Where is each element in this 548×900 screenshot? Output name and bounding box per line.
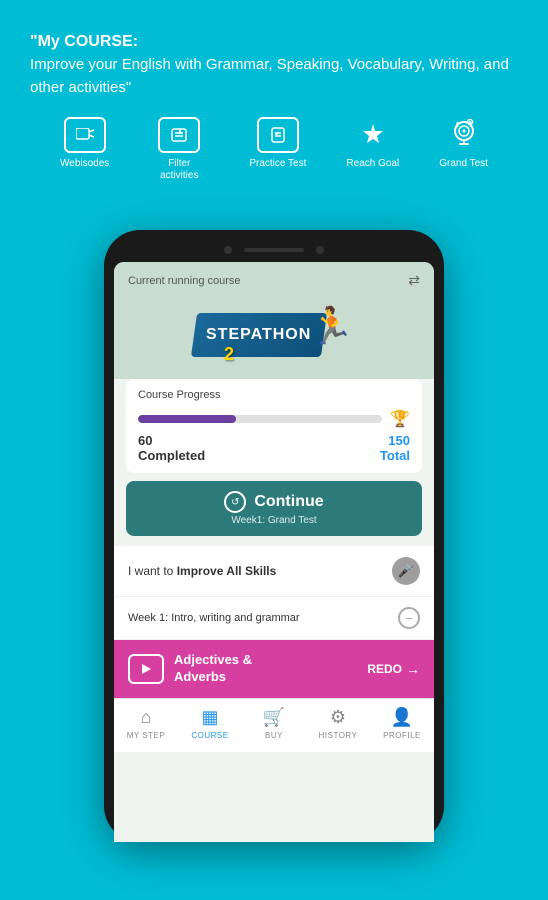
current-course-label: Current running course xyxy=(128,275,241,287)
grand-test-label: Grand Test xyxy=(439,158,488,170)
lesson-left: Adjectives & Adverbs xyxy=(128,652,252,686)
header-area: "My COURSE: Improve your English with Gr… xyxy=(0,0,548,218)
lesson-title: Adjectives & Adverbs xyxy=(174,652,252,686)
reach-goal-icon xyxy=(352,117,394,153)
nav-reach-goal[interactable]: Reach Goal xyxy=(346,117,399,170)
top-nav: Webisodes Filter activities xyxy=(30,117,518,182)
grand-test-icon xyxy=(443,117,485,153)
lesson-video-icon xyxy=(128,654,164,684)
profile-icon: 👤 xyxy=(391,707,413,728)
continue-btn-row: ↺ Continue xyxy=(224,491,323,513)
screen-header-row: Current running course ⇄ xyxy=(128,272,420,289)
buy-icon: 🛒 xyxy=(263,707,285,728)
week-row[interactable]: Week 1: Intro, writing and grammar − xyxy=(114,597,434,640)
webisodes-icon xyxy=(64,117,106,153)
completed-label: Completed xyxy=(138,448,205,463)
phone-camera-2 xyxy=(316,246,324,254)
lesson-title-line1: Adjectives & xyxy=(174,652,252,667)
nav-history[interactable]: ⚙ HISTORY xyxy=(313,707,363,740)
nav-practice[interactable]: Practice Test xyxy=(249,117,306,170)
improve-text: I want to Improve All Skills xyxy=(128,564,276,578)
phone-screen: Current running course ⇄ STEPATHON 2 🏃 C… xyxy=(114,262,434,842)
filter-icon xyxy=(158,117,200,153)
stepathon-runner: 🏃 xyxy=(309,305,354,347)
nav-webisodes[interactable]: Webisodes xyxy=(60,117,109,170)
my-step-icon: ⌂ xyxy=(141,707,152,728)
redo-arrow-icon: → xyxy=(406,661,420,677)
total-count: 150 xyxy=(380,433,410,448)
bottom-nav: ⌂ MY STEP ▦ COURSE 🛒 BUY ⚙ HISTORY 👤 PRO… xyxy=(114,698,434,752)
stepathon-bg: STEPATHON xyxy=(191,313,327,357)
screen-header: Current running course ⇄ xyxy=(114,262,434,295)
white-section: I want to Improve All Skills 🎤 Week 1: I… xyxy=(114,546,434,698)
trophy-icon: 🏆 xyxy=(390,409,410,429)
header-title: "My COURSE: xyxy=(30,33,138,50)
progress-completed: 60 Completed xyxy=(138,433,205,463)
course-icon: ▦ xyxy=(201,707,218,728)
progress-bar-container: 🏆 xyxy=(138,409,410,429)
continue-sub-label: Week1: Grand Test xyxy=(231,515,316,526)
continue-button[interactable]: ↺ Continue Week1: Grand Test xyxy=(126,481,422,536)
course-label: COURSE xyxy=(191,731,228,740)
lesson-row[interactable]: Adjectives & Adverbs REDO → xyxy=(114,640,434,698)
phone-speaker xyxy=(244,248,304,252)
total-label: Total xyxy=(380,448,410,463)
stepathon-num: 2 xyxy=(224,344,234,365)
header-description: Improve your English with Grammar, Speak… xyxy=(30,56,509,96)
nav-buy[interactable]: 🛒 BUY xyxy=(249,707,299,740)
progress-title: Course Progress xyxy=(138,389,410,401)
redo-button[interactable]: REDO → xyxy=(367,661,420,677)
continue-icon: ↺ xyxy=(224,491,246,513)
phone-camera xyxy=(224,246,232,254)
stepathon-banner: STEPATHON 2 🏃 xyxy=(114,295,434,379)
lesson-title-line2: Adverbs xyxy=(174,669,226,684)
nav-profile[interactable]: 👤 PROFILE xyxy=(377,707,427,740)
progress-card: Course Progress 🏆 60 Completed 150 Total xyxy=(126,379,422,473)
progress-bar-fill xyxy=(138,415,236,423)
nav-filter[interactable]: Filter activities xyxy=(149,117,209,182)
continue-label: Continue xyxy=(254,493,323,511)
swap-icon[interactable]: ⇄ xyxy=(408,272,420,289)
stepathon-image: STEPATHON 2 🏃 xyxy=(194,305,354,365)
progress-bar-track xyxy=(138,415,382,423)
buy-label: BUY xyxy=(265,731,283,740)
practice-label: Practice Test xyxy=(249,158,306,170)
completed-count: 60 xyxy=(138,433,205,448)
nav-grand-test[interactable]: Grand Test xyxy=(439,117,488,170)
improve-prefix: I want to xyxy=(128,564,177,578)
my-step-label: MY STEP xyxy=(127,731,165,740)
phone-frame: Current running course ⇄ STEPATHON 2 🏃 C… xyxy=(104,230,444,842)
improve-row[interactable]: I want to Improve All Skills 🎤 xyxy=(114,546,434,597)
history-icon: ⚙ xyxy=(330,707,346,728)
nav-course[interactable]: ▦ COURSE xyxy=(185,707,235,740)
webisodes-label: Webisodes xyxy=(60,158,109,170)
profile-label: PROFILE xyxy=(383,731,421,740)
mic-button[interactable]: 🎤 xyxy=(392,557,420,585)
nav-my-step[interactable]: ⌂ MY STEP xyxy=(121,707,171,740)
progress-total: 150 Total xyxy=(380,433,410,463)
progress-numbers: 60 Completed 150 Total xyxy=(138,433,410,463)
reach-goal-label: Reach Goal xyxy=(346,158,399,170)
stepathon-title: STEPATHON xyxy=(206,326,311,344)
header-quote: "My COURSE: Improve your English with Gr… xyxy=(30,30,518,99)
improve-bold: Improve All Skills xyxy=(177,564,277,578)
practice-icon xyxy=(257,117,299,153)
filter-label: Filter activities xyxy=(149,158,209,182)
history-label: HISTORY xyxy=(319,731,358,740)
phone-notch xyxy=(114,246,434,254)
redo-label: REDO xyxy=(367,662,402,676)
week-label: Week 1: Intro, writing and grammar xyxy=(128,612,300,624)
collapse-button[interactable]: − xyxy=(398,607,420,629)
